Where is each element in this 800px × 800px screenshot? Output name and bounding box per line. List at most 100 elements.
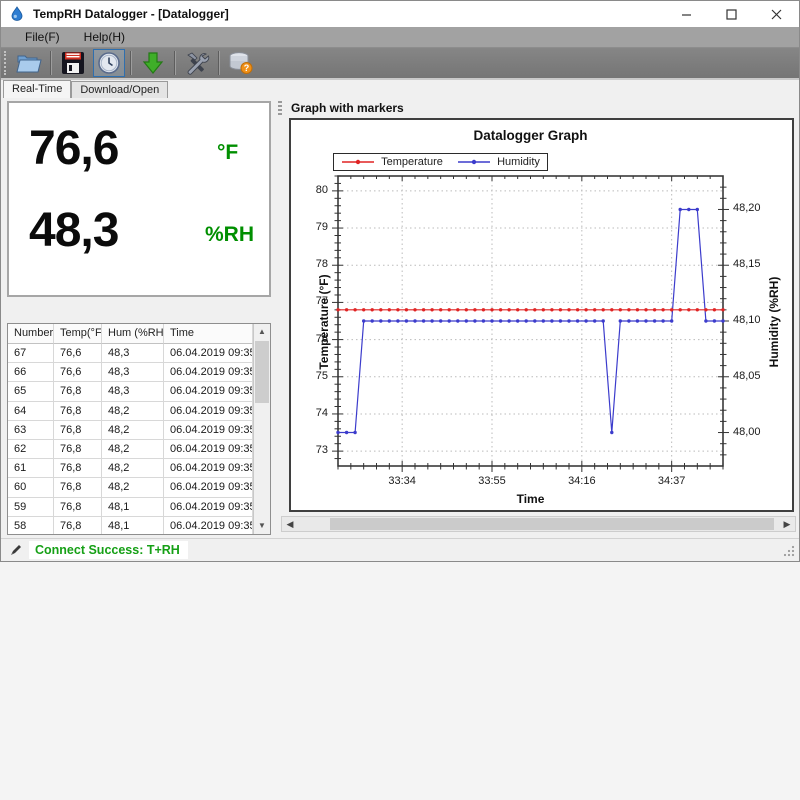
table-cell: 48,3 <box>102 382 164 401</box>
menu-file[interactable]: File(F) <box>13 27 72 48</box>
table-scrollbar[interactable]: ▲ ▼ <box>253 324 270 534</box>
table-cell: 06.04.2019 09:35:16 <box>164 478 253 497</box>
pane-splitter[interactable] <box>278 101 282 115</box>
table-row[interactable]: 6276,848,206.04.2019 09:35:21 <box>8 440 253 459</box>
datalogger-chart: Datalogger Graph Temperature Humidity Te… <box>289 118 794 512</box>
legend-label: Humidity <box>497 156 540 168</box>
folder-open-icon <box>16 52 42 74</box>
table-cell: 48,2 <box>102 440 164 459</box>
device-info-button[interactable]: ? <box>225 49 257 77</box>
close-button[interactable] <box>754 1 799 27</box>
table-cell: 60 <box>8 478 54 497</box>
table-cell: 48,2 <box>102 478 164 497</box>
minimize-button[interactable] <box>664 1 709 27</box>
table-cell: 61 <box>8 459 54 478</box>
maximize-button[interactable] <box>709 1 754 27</box>
window-title: TempRH Datalogger - [Datalogger] <box>33 7 229 21</box>
table-cell: 59 <box>8 498 54 517</box>
table-row[interactable]: 6576,848,306.04.2019 09:35:27 <box>8 382 253 401</box>
app-icon <box>9 6 25 22</box>
table-cell: 48,3 <box>102 363 164 382</box>
table-header-cell[interactable]: Hum (%RH) <box>102 324 164 344</box>
table-cell: 76,8 <box>54 421 102 440</box>
x-tick-label: 33:55 <box>470 475 514 487</box>
toolbar: ? <box>1 48 799 80</box>
y-left-tick-label: 74 <box>302 407 328 419</box>
plot-area <box>338 176 723 466</box>
y-right-tick-label: 48,05 <box>733 370 773 382</box>
table-cell: 06.04.2019 09:35:31 <box>164 344 253 363</box>
graph-scroll-thumb[interactable] <box>330 518 774 530</box>
table-cell: 76,8 <box>54 440 102 459</box>
data-table-body: 6776,648,306.04.2019 09:35:316676,648,30… <box>8 344 253 534</box>
toolbar-separator <box>50 51 52 75</box>
table-cell: 64 <box>8 402 54 421</box>
graph-scrollbar[interactable]: ◀ ▶ <box>281 516 796 532</box>
download-data-button[interactable] <box>137 49 169 77</box>
hammer-wrench-icon <box>184 51 210 75</box>
x-tick-label: 34:37 <box>650 475 694 487</box>
resize-grip-icon[interactable] <box>782 544 796 558</box>
table-row[interactable]: 6376,848,206.04.2019 09:35:23 <box>8 421 253 440</box>
database-question-icon: ? <box>228 51 254 75</box>
y-right-tick-label: 48,20 <box>733 202 773 214</box>
menu-help[interactable]: Help(H) <box>72 27 137 48</box>
table-cell: 58 <box>8 517 54 534</box>
table-cell: 06.04.2019 09:35:21 <box>164 440 253 459</box>
table-cell: 76,6 <box>54 344 102 363</box>
y-right-tick-label: 48,15 <box>733 258 773 270</box>
table-cell: 48,2 <box>102 459 164 478</box>
table-header-cell[interactable]: Number <box>8 324 54 344</box>
scroll-down-icon[interactable]: ▼ <box>254 518 270 534</box>
table-scroll-thumb[interactable] <box>255 341 269 403</box>
table-row[interactable]: 6076,848,206.04.2019 09:35:16 <box>8 478 253 497</box>
scroll-up-icon[interactable]: ▲ <box>254 324 270 340</box>
table-cell: 48,1 <box>102 517 164 534</box>
toolbar-separator <box>218 51 220 75</box>
title-bar: TempRH Datalogger - [Datalogger] <box>1 1 799 27</box>
table-header-cell[interactable]: Time <box>164 324 253 344</box>
table-cell: 76,8 <box>54 498 102 517</box>
connector-pen-icon <box>9 543 23 557</box>
open-file-button[interactable] <box>13 49 45 77</box>
humidity-unit: %RH <box>205 223 254 247</box>
legend-humidity: Humidity <box>457 156 540 168</box>
legend-label: Temperature <box>381 156 443 168</box>
settings-tools-button[interactable] <box>181 49 213 77</box>
clock-icon <box>97 51 121 75</box>
scroll-left-icon[interactable]: ◀ <box>282 517 298 531</box>
chart-legend: Temperature Humidity <box>333 153 548 171</box>
realtime-clock-button[interactable] <box>93 49 125 77</box>
save-button[interactable] <box>57 49 89 77</box>
tab-real-time[interactable]: Real-Time <box>3 80 71 98</box>
table-cell: 76,8 <box>54 382 102 401</box>
tab-download-open[interactable]: Download/Open <box>71 81 168 98</box>
status-bar: Connect Success: T+RH <box>1 538 799 561</box>
y-left-tick-label: 73 <box>302 444 328 456</box>
toolbar-separator <box>174 51 176 75</box>
table-cell: 06.04.2019 09:35:23 <box>164 421 253 440</box>
readout-panel: 76,6 °F 48,3 %RH <box>7 101 271 297</box>
table-cell: 76,8 <box>54 459 102 478</box>
table-cell: 48,1 <box>102 498 164 517</box>
table-cell: 06.04.2019 09:35:18 <box>164 459 253 478</box>
table-row[interactable]: 6776,648,306.04.2019 09:35:31 <box>8 344 253 363</box>
table-cell: 06.04.2019 09:35:25 <box>164 402 253 421</box>
x-axis-title: Time <box>338 492 723 506</box>
table-cell: 48,2 <box>102 402 164 421</box>
left-axis-title: Temperature (°F) <box>317 267 331 377</box>
toolbar-grip[interactable] <box>4 51 7 75</box>
table-cell: 67 <box>8 344 54 363</box>
table-row[interactable]: 6676,648,306.04.2019 09:35:29 <box>8 363 253 382</box>
table-row[interactable]: 5876,848,106.04.2019 09:35:12 <box>8 517 253 534</box>
toolbar-separator <box>130 51 132 75</box>
table-cell: 48,2 <box>102 421 164 440</box>
table-row[interactable]: 6176,848,206.04.2019 09:35:18 <box>8 459 253 478</box>
table-row[interactable]: 5976,848,106.04.2019 09:35:14 <box>8 498 253 517</box>
y-left-tick-label: 79 <box>302 221 328 233</box>
humidity-line-marker <box>457 158 491 166</box>
table-cell: 48,3 <box>102 344 164 363</box>
table-row[interactable]: 6476,848,206.04.2019 09:35:25 <box>8 402 253 421</box>
scroll-right-icon[interactable]: ▶ <box>779 517 795 531</box>
table-header-cell[interactable]: Temp(°F) <box>54 324 102 344</box>
